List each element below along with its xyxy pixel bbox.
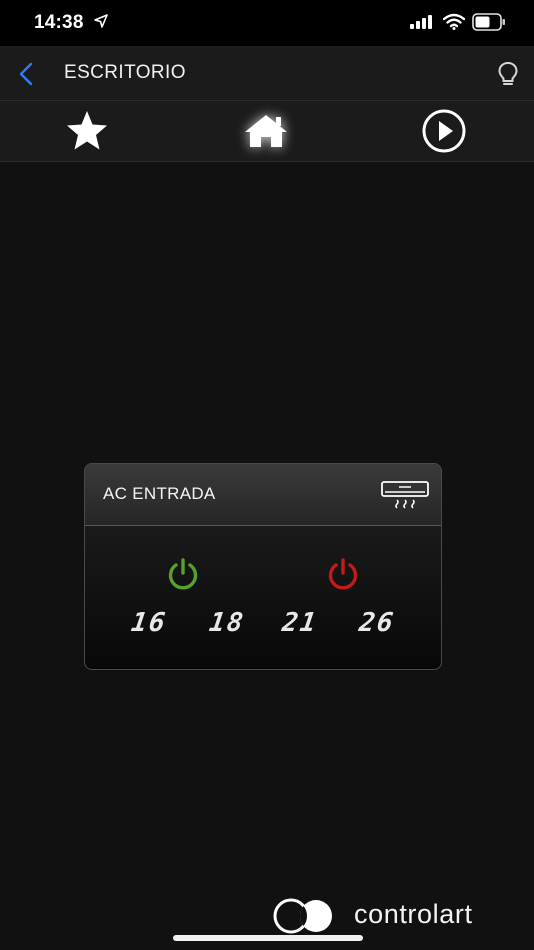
- temperature-button-16[interactable]: 16: [127, 608, 171, 638]
- header-bar: ESCRITORIO: [0, 46, 534, 101]
- tab-bar: [0, 101, 534, 162]
- temperature-button-21[interactable]: 21: [278, 608, 322, 638]
- ac-title: AC ENTRADA: [103, 484, 216, 503]
- temperature-button-26[interactable]: 26: [355, 608, 399, 638]
- power-off-button[interactable]: [325, 556, 361, 592]
- page-title: ESCRITORIO: [64, 62, 186, 83]
- temperature-button-18[interactable]: 18: [205, 608, 249, 638]
- play-icon: [422, 109, 466, 153]
- tab-home[interactable]: [242, 109, 290, 153]
- lightbulb-button[interactable]: [494, 60, 522, 88]
- tab-scenes[interactable]: [420, 109, 468, 153]
- chevron-left-icon: [19, 62, 33, 86]
- power-on-button[interactable]: [165, 556, 201, 592]
- ac-control-card: AC ENTRADA 16 18 21 26: [84, 463, 442, 670]
- star-icon: [67, 111, 107, 150]
- air-conditioner-icon: [381, 481, 429, 516]
- back-button[interactable]: [12, 60, 40, 88]
- status-time: 14:38: [34, 12, 84, 33]
- lightbulb-icon: [498, 61, 518, 85]
- battery-icon: [472, 13, 506, 36]
- home-icon: [245, 115, 287, 147]
- status-bar: 14:38: [0, 0, 534, 46]
- tab-favorites[interactable]: [63, 109, 111, 153]
- wifi-icon: [442, 13, 466, 35]
- power-on-icon: [168, 558, 198, 590]
- power-off-icon: [328, 558, 358, 590]
- location-arrow-icon: [94, 14, 108, 33]
- ac-card-header: AC ENTRADA: [85, 464, 441, 526]
- brand-name: controlart: [354, 899, 473, 929]
- controlart-logo-icon: [272, 897, 344, 935]
- home-indicator[interactable]: [173, 935, 363, 941]
- cellular-signal-icon: [410, 15, 434, 34]
